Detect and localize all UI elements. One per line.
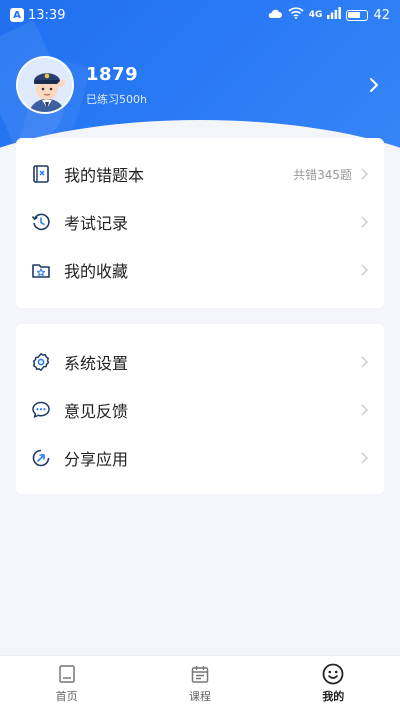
calendar-icon (189, 663, 211, 685)
tab-courses[interactable]: 课程 (133, 656, 266, 711)
chat-bubble-icon (30, 399, 52, 421)
menu-card-app: 系统设置 意见反馈 分享应用 (16, 324, 384, 494)
chevron-right-icon (358, 167, 370, 181)
home-page-icon (56, 663, 78, 685)
menu-item-label: 我的收藏 (64, 262, 129, 281)
menu-item-wrong-notes[interactable]: 我的错题本 共错345题 (16, 150, 384, 198)
profile-row[interactable]: 1879 已练习500h (16, 55, 384, 115)
user-phone: 1879 (86, 63, 139, 85)
menu-item-label: 我的错题本 (64, 166, 145, 185)
menu-item-feedback[interactable]: 意见反馈 (16, 386, 384, 434)
chevron-right-icon[interactable] (364, 75, 384, 95)
menu-item-label: 考试记录 (64, 214, 129, 233)
chevron-right-icon (358, 263, 370, 277)
tab-label: 我的 (322, 690, 345, 703)
police-avatar-icon (18, 58, 72, 112)
battery-icon (346, 9, 369, 21)
battery-level: 42 (373, 7, 390, 23)
status-time: 13:39 (28, 7, 66, 23)
practice-hours: 已练习500h (86, 92, 147, 106)
signal-icon (327, 7, 342, 23)
wrong-count: 共错345题 (293, 167, 352, 182)
tab-label: 课程 (188, 690, 211, 703)
smiley-face-icon (322, 663, 344, 685)
avatar[interactable] (16, 56, 74, 114)
chevron-right-icon (358, 451, 370, 465)
cloud-icon (267, 8, 283, 23)
history-clock-icon (30, 211, 52, 233)
menu-item-settings[interactable]: 系统设置 (16, 338, 384, 386)
gear-icon (30, 351, 52, 373)
share-arrow-icon (30, 447, 52, 469)
status-bar: A 13:39 4G 42 (0, 0, 400, 30)
menu-item-label: 分享应用 (64, 450, 129, 469)
bottom-tab-bar: 首页 课程 我的 (0, 655, 400, 711)
menu-item-label: 系统设置 (64, 354, 129, 373)
app-badge-icon: A (10, 8, 24, 22)
menu-item-favorites[interactable]: 我的收藏 (16, 246, 384, 294)
wifi-icon (288, 7, 304, 23)
chevron-right-icon (358, 355, 370, 369)
menu-item-label: 意见反馈 (64, 402, 129, 421)
chevron-right-icon (358, 403, 370, 417)
menu-item-share-app[interactable]: 分享应用 (16, 434, 384, 482)
notebook-icon (30, 163, 52, 185)
tab-label: 首页 (55, 690, 78, 703)
chevron-right-icon (358, 215, 370, 229)
network-label: 4G (308, 10, 323, 20)
tab-home[interactable]: 首页 (0, 656, 133, 711)
star-folder-icon (30, 259, 52, 281)
tab-mine[interactable]: 我的 (267, 656, 400, 711)
menu-item-exam-records[interactable]: 考试记录 (16, 198, 384, 246)
menu-card-study: 我的错题本 共错345题 考试记录 我的收藏 (16, 138, 384, 308)
